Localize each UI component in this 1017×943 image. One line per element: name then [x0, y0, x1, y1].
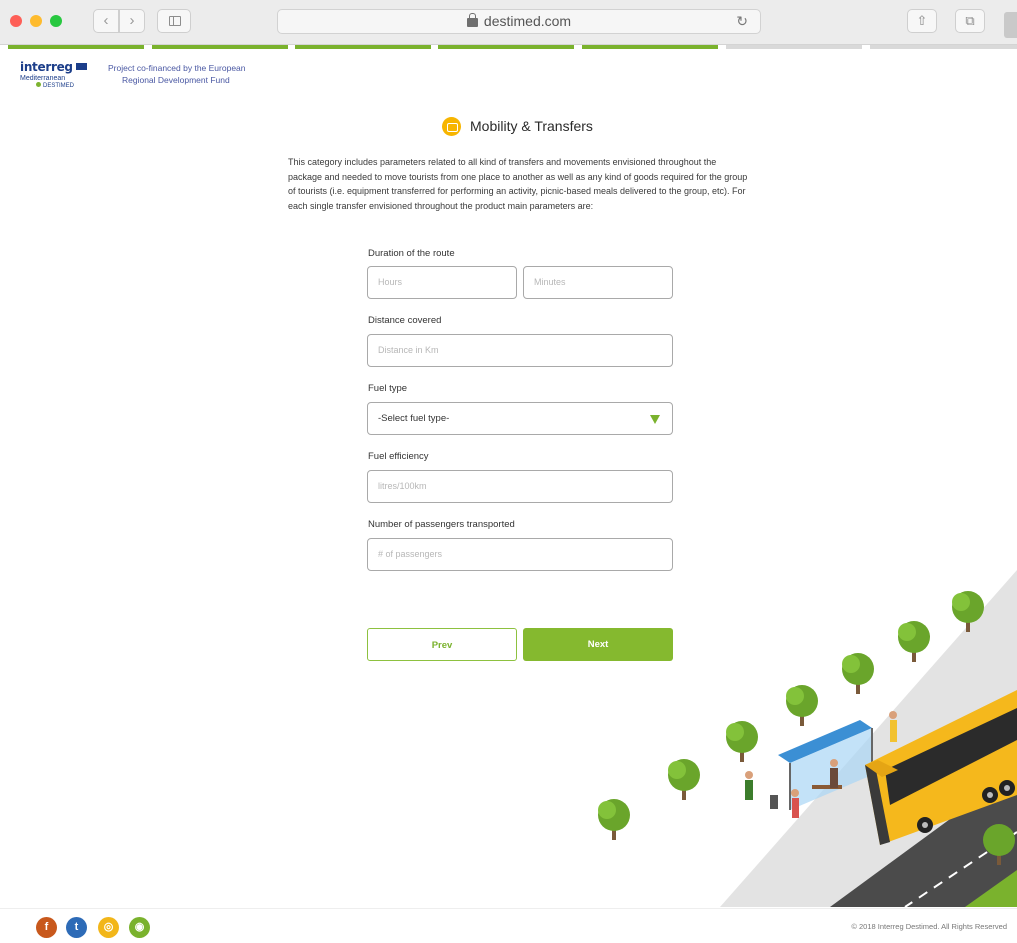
fuel-efficiency-label: Fuel efficiency: [368, 451, 429, 462]
prev-button[interactable]: Prev: [367, 628, 517, 661]
progress-steps: [8, 45, 1017, 49]
browser-toolbar: ‹ › destimed.com ↻ ⇧ ⧉: [0, 0, 1017, 45]
logo-subtitle: Mediterranean: [20, 75, 66, 82]
duration-label: Duration of the route: [368, 248, 455, 259]
tabs-icon: ⧉: [965, 13, 975, 28]
eu-flag-icon: [75, 63, 87, 70]
reload-icon[interactable]: ↻: [736, 10, 748, 33]
forward-button[interactable]: ›: [119, 9, 145, 33]
sidebar-toggle-button[interactable]: [157, 9, 191, 33]
progress-step-2: [152, 45, 288, 49]
dropdown-arrow-icon: [650, 415, 660, 424]
bus-icon: [442, 117, 461, 136]
fuel-type-select[interactable]: -Select fuel type-: [367, 402, 673, 435]
distance-label: Distance covered: [368, 315, 442, 326]
logo-wordmark: interreg: [20, 60, 73, 74]
logo-project: DESTIMED: [43, 83, 75, 89]
back-button[interactable]: ‹: [93, 9, 119, 33]
chevron-right-icon: ›: [129, 12, 135, 29]
minimize-window-button[interactable]: [30, 15, 42, 27]
passengers-label: Number of passengers transported: [368, 519, 515, 530]
progress-step-3: [295, 45, 431, 49]
interreg-logo[interactable]: interreg Mediterranean DESTIMED: [20, 60, 98, 94]
cofinance-line-1: Project co-financed by the European: [108, 63, 246, 73]
tree-5: [842, 653, 874, 694]
passengers-input[interactable]: # of passengers: [367, 538, 673, 571]
hours-input[interactable]: Hours: [367, 266, 517, 299]
tree-3: [726, 721, 758, 762]
twitter-icon[interactable]: t: [66, 917, 87, 938]
share-icon: ⇧: [916, 13, 928, 28]
url-text: destimed.com: [483, 13, 572, 29]
fuel-type-value: -Select fuel type-: [378, 413, 450, 424]
page-footer: f t ◎ ◉ © 2018 Interreg Destimed. All Ri…: [0, 908, 1017, 943]
close-window-button[interactable]: [10, 15, 22, 27]
tree-1: [598, 799, 630, 840]
bus-stop-illustration: [598, 570, 1017, 907]
tabs-button[interactable]: ⧉: [955, 9, 985, 33]
progress-step-1: [8, 45, 144, 49]
minutes-input[interactable]: Minutes: [523, 266, 673, 299]
progress-step-5: [582, 45, 718, 49]
lock-icon: [466, 13, 478, 27]
tree-4: [786, 685, 818, 726]
tree-6: [898, 621, 930, 662]
rss-icon[interactable]: ◉: [129, 917, 150, 938]
fuel-efficiency-input[interactable]: litres/100km: [367, 470, 673, 503]
section-title-text: Mobility & Transfers: [470, 118, 593, 134]
fuel-type-label: Fuel type: [368, 383, 408, 394]
distance-input[interactable]: Distance in Km: [367, 334, 673, 367]
cofinance-note: Project co-financed by the European Regi…: [108, 62, 258, 86]
address-bar[interactable]: destimed.com ↻: [277, 9, 761, 34]
progress-step-4: [438, 45, 574, 49]
sidebar-icon: [169, 16, 181, 26]
progress-step-7: [870, 45, 1017, 49]
window-edge-handle: [1004, 12, 1017, 38]
tree-2: [668, 759, 700, 800]
chevron-left-icon: ‹: [103, 12, 109, 29]
section-intro: This category includes parameters relate…: [288, 157, 748, 211]
progress-step-6: [726, 45, 862, 49]
cofinance-line-2: Regional Development Fund: [122, 75, 230, 85]
copyright-text: © 2018 Interreg Destimed. All Rights Res…: [851, 922, 1007, 931]
zoom-window-button[interactable]: [50, 15, 62, 27]
share-button[interactable]: ⇧: [907, 9, 937, 33]
destimed-dot-icon: [36, 82, 41, 87]
facebook-icon[interactable]: f: [36, 917, 57, 938]
instagram-icon[interactable]: ◎: [98, 917, 119, 938]
